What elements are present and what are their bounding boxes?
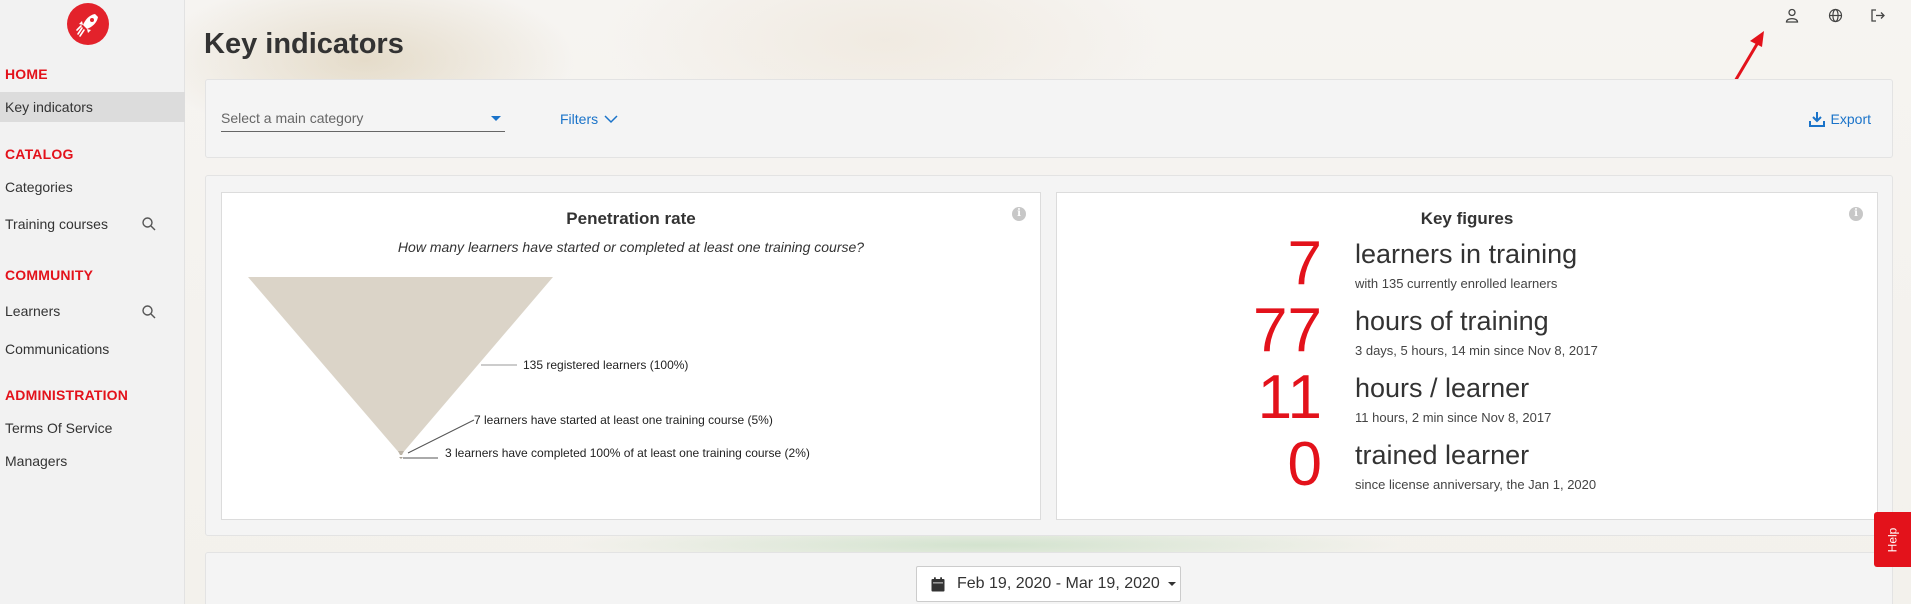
section-home: HOME bbox=[5, 66, 48, 82]
date-range-label: Feb 19, 2020 - Mar 19, 2020 bbox=[957, 575, 1160, 592]
key-figure-row: 7 learners in training with 135 currentl… bbox=[1057, 233, 1877, 303]
key-figure-sub: 3 days, 5 hours, 14 min since Nov 8, 201… bbox=[1355, 343, 1598, 358]
help-button[interactable]: Help bbox=[1874, 512, 1911, 567]
sidebar-item-learners[interactable]: Learners bbox=[0, 296, 185, 326]
help-label: Help bbox=[1885, 527, 1900, 552]
toolbar-card: Select a main category Filters Export bbox=[205, 79, 1893, 158]
caret-down-icon bbox=[1167, 582, 1176, 586]
sidebar-item-label: Key indicators bbox=[5, 99, 93, 115]
calendar-icon bbox=[931, 576, 945, 591]
key-figure-value: 77 bbox=[1253, 296, 1322, 365]
key-figure-sub: since license anniversary, the Jan 1, 20… bbox=[1355, 477, 1597, 492]
caret-down-icon bbox=[491, 116, 501, 121]
sidebar-item-training-courses[interactable]: Training courses bbox=[0, 209, 185, 239]
sidebar-item-label: Learners bbox=[5, 303, 61, 319]
section-catalog: CATALOG bbox=[5, 146, 74, 162]
filters-button[interactable]: Filters bbox=[560, 111, 618, 127]
page-title: Key indicators bbox=[204, 28, 404, 60]
funnel-level-completed bbox=[399, 457, 403, 459]
sidebar-item-label: Training courses bbox=[5, 216, 108, 232]
stats-container: Penetration rate i How many learners hav… bbox=[205, 175, 1893, 536]
funnel-label-registered: 135 registered learners (100%) bbox=[523, 358, 688, 372]
sidebar-item-communications[interactable]: Communications bbox=[0, 334, 185, 364]
sidebar-item-label: Categories bbox=[5, 179, 73, 195]
funnel-label-started: 7 learners have started at least one tra… bbox=[474, 413, 773, 427]
key-figure-label: learners in training bbox=[1355, 239, 1578, 269]
funnel-chart: 135 registered learners (100%) 7 learner… bbox=[248, 277, 810, 460]
section-administration: ADMINISTRATION bbox=[5, 387, 129, 403]
key-figure-label: hours of training bbox=[1355, 306, 1549, 336]
funnel-level-registered bbox=[248, 277, 553, 455]
rocket-logo-icon[interactable] bbox=[67, 3, 109, 45]
funnel-level-started bbox=[398, 451, 404, 455]
penetration-rate-panel: Penetration rate i How many learners hav… bbox=[221, 192, 1041, 520]
user-icon[interactable] bbox=[1783, 6, 1801, 24]
main-category-select[interactable]: Select a main category bbox=[221, 110, 505, 132]
sidebar-item-managers[interactable]: Managers bbox=[0, 446, 185, 476]
key-figure-label: trained learner bbox=[1355, 440, 1530, 470]
search-icon[interactable] bbox=[141, 304, 157, 320]
key-figure-sub: 11 hours, 2 min since Nov 8, 2017 bbox=[1355, 410, 1552, 425]
key-figures-panel: Key figures i 7 learners in training wit… bbox=[1056, 192, 1878, 520]
sidebar-item-key-indicators[interactable]: Key indicators bbox=[0, 92, 185, 122]
date-range-card: Feb 19, 2020 - Mar 19, 2020 bbox=[205, 552, 1893, 604]
search-icon[interactable] bbox=[141, 216, 157, 232]
globe-icon[interactable] bbox=[1826, 6, 1844, 24]
sidebar-item-label: Terms Of Service bbox=[5, 420, 113, 436]
chevron-down-icon bbox=[604, 115, 618, 124]
key-figure-row: 77 hours of training 3 days, 5 hours, 14… bbox=[1057, 300, 1877, 370]
funnel-label-completed: 3 learners have completed 100% of at lea… bbox=[445, 446, 810, 460]
key-figure-value: 7 bbox=[1287, 229, 1322, 298]
export-label: Export bbox=[1830, 111, 1871, 127]
sidebar-item-label: Managers bbox=[5, 453, 68, 469]
key-figure-row: 0 trained learner since license annivers… bbox=[1057, 434, 1877, 504]
sidebar-item-terms-of-service[interactable]: Terms Of Service bbox=[0, 413, 185, 443]
download-icon bbox=[1808, 112, 1825, 127]
info-icon[interactable]: i bbox=[1849, 207, 1863, 221]
key-figure-value: 11 bbox=[1257, 363, 1322, 432]
key-figure-value: 0 bbox=[1287, 430, 1322, 499]
section-community: COMMUNITY bbox=[5, 267, 94, 283]
export-button[interactable]: Export bbox=[1808, 111, 1871, 127]
key-figure-row: 11 hours / learner 11 hours, 2 min since… bbox=[1057, 367, 1877, 437]
logout-icon[interactable] bbox=[1869, 6, 1887, 24]
sidebar: HOME Key indicators CATALOG Categories T… bbox=[0, 0, 185, 604]
select-placeholder: Select a main category bbox=[221, 110, 364, 126]
key-figure-label: hours / learner bbox=[1355, 373, 1530, 403]
key-figure-sub: with 135 currently enrolled learners bbox=[1355, 276, 1558, 291]
sidebar-item-label: Communications bbox=[5, 341, 110, 357]
date-range-picker[interactable]: Feb 19, 2020 - Mar 19, 2020 bbox=[916, 566, 1181, 602]
filters-label: Filters bbox=[560, 111, 599, 127]
panel-title: Key figures bbox=[1420, 209, 1514, 228]
sidebar-item-categories[interactable]: Categories bbox=[0, 172, 185, 202]
